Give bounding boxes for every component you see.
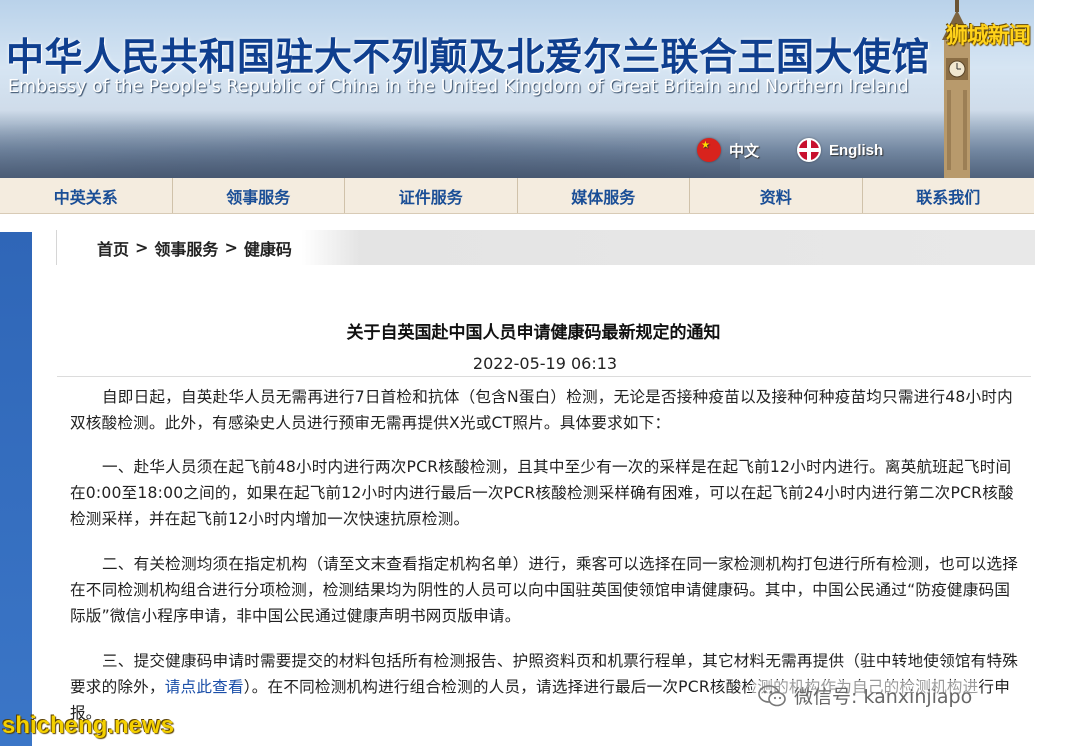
article-paragraph-2: 一、赴华人员须在起飞前48小时内进行两次PCR核酸检测，且其中至少有一次的采样是…	[70, 458, 1014, 528]
watermark-top-logo: 狮城新闻	[946, 24, 1031, 49]
article-title: 关于自英国赴中国人员申请健康码最新规定的通知	[346, 323, 721, 343]
left-decor-strip	[0, 232, 32, 746]
breadcrumb-health-code[interactable]: 健康码	[244, 236, 292, 260]
nav-item-media[interactable]: 媒体服务	[518, 178, 690, 213]
language-chinese-link[interactable]: 中文	[697, 138, 759, 162]
uk-flag-icon	[797, 138, 821, 162]
language-chinese-label: 中文	[729, 141, 760, 160]
wechat-icon	[758, 684, 786, 706]
wechat-watermark: 微信号: kanxinjiapo	[752, 680, 979, 711]
language-english-link[interactable]: English	[797, 138, 883, 162]
nav-item-resources[interactable]: 资料	[690, 178, 863, 213]
article-date: 2022-05-19 06:13	[472, 354, 618, 373]
site-title-english: Embassy of the People's Republic of Chin…	[8, 77, 909, 97]
nav-item-relations[interactable]: 中英关系	[0, 178, 173, 213]
china-flag-icon	[697, 138, 721, 162]
article-paragraph-1: 自即日起，自英赴华人员无需再进行7日首检和抗体（包含N蛋白）检测，无论是否接种疫…	[70, 388, 1013, 432]
site-title-chinese: 中华人民共和国驻大不列颠及北爱尔兰联合王国大使馆	[6, 34, 931, 79]
language-english-label: English	[829, 141, 884, 159]
breadcrumb-consular[interactable]: 领事服务	[154, 236, 218, 260]
click-here-link[interactable]: 请点此查看	[165, 678, 244, 696]
nav-item-documents[interactable]: 证件服务	[345, 178, 518, 213]
wechat-watermark-text: 微信号: kanxinjiapo	[794, 686, 973, 708]
breadcrumb: 首页 > 领事服务 > 健康码	[56, 230, 1035, 265]
watermark-bottom-logo: shicheng.news	[2, 712, 175, 739]
site-banner: 中华人民共和国驻大不列颠及北爱尔兰联合王国大使馆 Embassy of the …	[0, 0, 1034, 178]
breadcrumb-home[interactable]: 首页	[97, 236, 129, 260]
breadcrumb-separator: >	[135, 238, 149, 257]
nav-item-consular[interactable]: 领事服务	[173, 178, 345, 213]
main-nav: 中英关系 领事服务 证件服务 媒体服务 资料 联系我们	[0, 178, 1034, 214]
title-divider	[57, 376, 1031, 377]
nav-item-contact[interactable]: 联系我们	[863, 178, 1035, 213]
article-paragraph-3: 二、有关检测均须在指定机构（请至文末查看指定机构名单）进行，乘客可以选择在同一家…	[70, 555, 1019, 625]
breadcrumb-separator: >	[224, 238, 238, 257]
